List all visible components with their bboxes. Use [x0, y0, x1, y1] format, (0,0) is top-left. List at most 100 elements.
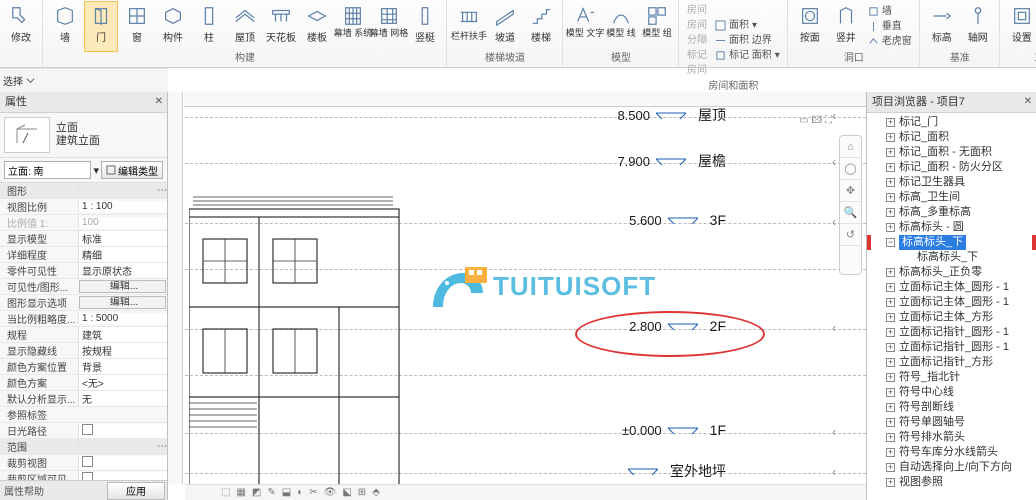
tree-node[interactable]: 标高标头_正负零 [868, 265, 1035, 280]
ruler-vertical [168, 92, 183, 484]
ribbon-modeltext[interactable]: 模型 文字 [568, 1, 602, 52]
prop-row[interactable]: 参照标签 [0, 407, 167, 423]
type-preview[interactable] [4, 117, 50, 153]
select-label: 选择 [3, 73, 23, 88]
tree-node[interactable]: 标记_门 [868, 115, 1035, 130]
tree-node[interactable]: 标高_多重标高 [868, 205, 1035, 220]
ribbon-modelline[interactable]: 模型 线 [604, 1, 638, 52]
prop-row[interactable]: 颜色方案<无> [0, 375, 167, 391]
close-icon[interactable]: ✕ [155, 94, 163, 110]
ribbon-modify[interactable]: 修改 [4, 1, 38, 66]
tree-node[interactable]: 立面标记指针_圆形 - 1 [868, 340, 1035, 355]
prop-row[interactable]: 规程建筑 [0, 327, 167, 343]
ribbon-stair[interactable]: 楼梯 [524, 1, 558, 52]
tree-node[interactable]: 立面标记主体_方形 [868, 310, 1035, 325]
ribbon-level[interactable]: 标高 [925, 1, 959, 52]
prop-row[interactable]: 默认分析显示...无 [0, 391, 167, 407]
ribbon-ramp[interactable]: 坡道 [488, 1, 522, 52]
building-elevation [189, 189, 409, 500]
ribbon-set[interactable]: 设置 [1005, 1, 1036, 52]
level-marker[interactable]: 8.500屋顶 [588, 105, 726, 125]
ribbon-curtain[interactable]: 幕墙 系统 [336, 1, 370, 52]
prop-row[interactable]: 当比例粗略度...1 : 5000 [0, 311, 167, 327]
properties-panel: 属性✕ 立面建筑立面 ▾ 编辑类型 图形⋯ 视图比例1 : 100比例值 1:1… [0, 92, 168, 500]
tree-node[interactable]: 符号中心线 [868, 385, 1035, 400]
ribbon-byface[interactable]: 按面 [793, 1, 827, 52]
prop-row[interactable]: 视图比例1 : 100 [0, 199, 167, 215]
tree-node[interactable]: 标高标头_下 [868, 235, 1035, 250]
tree-node[interactable]: 符号_指北针 [868, 370, 1035, 385]
project-browser: 项目浏览器 - 项目7 ✕ 标记_门标记_面积标记_面积 - 无面积标记_面积 -… [866, 92, 1036, 500]
prop-row[interactable]: 裁剪视图 [0, 455, 167, 471]
view-control-bar[interactable]: ⬚▦◩✎⬓◐✂👁⬕⊞⬘ [185, 484, 866, 500]
prop-row[interactable]: 可见性/图形...编辑... [0, 279, 167, 295]
tree-node[interactable]: 立面标记主体_圆形 - 1 [868, 280, 1035, 295]
close-icon[interactable]: ✕ [1024, 94, 1032, 110]
prop-row[interactable]: 零件可见性显示原状态 [0, 263, 167, 279]
tree-node[interactable]: 标记卫生器具 [868, 175, 1035, 190]
ribbon: 修改 墙 门 窗 构件 柱 屋顶 天花板 楼板 幕墙 系统 幕墙 网格 竖梃 构… [0, 0, 1036, 68]
canvas[interactable]: TUITUISOFT 8.500屋顶‹7.900屋檐‹5.6003F‹2.800… [168, 92, 866, 500]
properties-header: 属性✕ [0, 92, 167, 113]
ribbon-wall[interactable]: 墙 [48, 1, 82, 52]
prop-row[interactable]: 显示隐藏线按规程 [0, 343, 167, 359]
ribbon-ceiling[interactable]: 天花板 [264, 1, 298, 52]
tree-node[interactable]: 立面标记指针_圆形 - 1 [868, 325, 1035, 340]
apply-button[interactable]: 应用 [107, 482, 165, 500]
prop-row[interactable]: 颜色方案位置背景 [0, 359, 167, 375]
tree-node[interactable]: 符号剖断线 [868, 400, 1035, 415]
prop-row[interactable]: 图形显示选项编辑... [0, 295, 167, 311]
level-marker[interactable]: 室外地坪 [560, 461, 726, 481]
edit-type-button[interactable]: 编辑类型 [101, 161, 163, 179]
watermark-text: TUITUISOFT [493, 271, 656, 302]
zoom-icon: 🔍 [840, 202, 861, 224]
properties-help[interactable]: 属性帮助 [0, 483, 107, 498]
prop-row[interactable]: 裁剪区域可见 [0, 471, 167, 480]
ribbon-mullion[interactable]: 幕墙 网格 [372, 1, 406, 52]
type-name: 建筑立面 [56, 135, 100, 148]
tree-node[interactable]: 标记_面积 [868, 130, 1035, 145]
ribbon-roof[interactable]: 屋顶 [228, 1, 262, 52]
tree-node[interactable]: 标记_面积 - 无面积 [868, 145, 1035, 160]
ruler-horizontal [184, 92, 866, 107]
ribbon-railing[interactable]: 栏杆扶手 [452, 1, 486, 52]
tree-node[interactable]: 自动选择向上/向下方向 [868, 460, 1035, 475]
ribbon-door[interactable]: 门 [84, 1, 118, 52]
level-marker[interactable]: 7.900屋檐 [588, 151, 726, 171]
watermark-logo [425, 259, 489, 315]
tree-node[interactable]: 符号车库分水线箭头 [868, 445, 1035, 460]
level-marker[interactable]: 2.8002F [600, 317, 726, 334]
tree-node[interactable]: 立面标记主体_圆形 - 1 [868, 295, 1035, 310]
instance-selector[interactable] [4, 161, 91, 179]
tree-node[interactable]: 符号单圆轴号 [868, 415, 1035, 430]
level-marker[interactable]: 5.6003F [600, 211, 726, 228]
prop-row[interactable]: 显示模型标准 [0, 231, 167, 247]
tree-node[interactable]: 立面标记指针_方形 [868, 355, 1035, 370]
tree-node[interactable]: 标高标头_下 [868, 250, 1035, 265]
prop-row[interactable]: 日光路径 [0, 423, 167, 439]
browser-tree[interactable]: 标记_门标记_面积标记_面积 - 无面积标记_面积 - 防火分区标记卫生器具标高… [867, 113, 1036, 500]
ribbon-column[interactable]: 柱 [192, 1, 226, 52]
prop-row[interactable]: 比例值 1:100 [0, 215, 167, 231]
ribbon-floor[interactable]: 楼板 [300, 1, 334, 52]
orbit-icon: ◯ [840, 158, 861, 180]
ribbon-component[interactable]: 构件 [156, 1, 190, 52]
browser-title: 项目浏览器 - 项目7 [872, 96, 965, 108]
tree-node[interactable]: 视图参照 [868, 475, 1035, 490]
level-marker[interactable]: ±0.0001F [600, 421, 726, 438]
ribbon-window[interactable]: 窗 [120, 1, 154, 52]
type-family: 立面 [56, 122, 100, 135]
tree-node[interactable]: 标高标头 - 圆 [868, 220, 1035, 235]
prop-row[interactable]: 详细程度精细 [0, 247, 167, 263]
chevron-down-icon[interactable] [25, 75, 36, 86]
pan-icon: ✥ [840, 180, 861, 202]
ribbon-vshaft[interactable]: 竖井 [829, 1, 863, 52]
ribbon-modelgroup[interactable]: 模型 组 [640, 1, 674, 52]
tree-node[interactable]: 标高_卫生间 [868, 190, 1035, 205]
tree-node[interactable]: 标记_面积 - 防火分区 [868, 160, 1035, 175]
ribbon-grid[interactable]: 轴网 [961, 1, 995, 52]
view-cube[interactable]: ⌂◯✥🔍↺ [839, 135, 862, 275]
rewind-icon: ↺ [840, 224, 861, 246]
tree-node[interactable]: 符号排水箭头 [868, 430, 1035, 445]
ribbon-muntin[interactable]: 竖梃 [408, 1, 442, 52]
